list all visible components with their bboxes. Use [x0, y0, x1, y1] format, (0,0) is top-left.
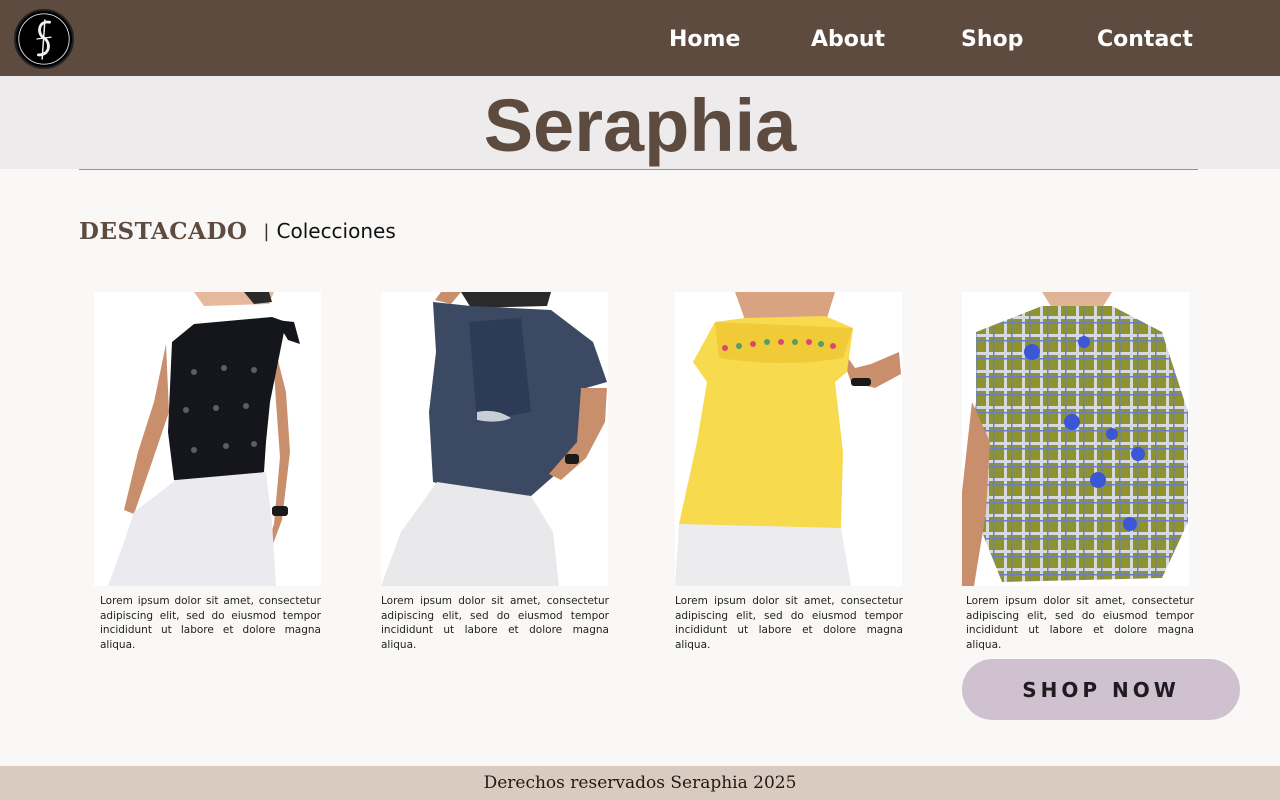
shop-now-button[interactable]: SHOP NOW: [962, 659, 1240, 720]
section-subtitle: Colecciones: [276, 219, 396, 243]
section-title: DESTACADO: [79, 217, 248, 245]
product-description-1: Lorem ipsum dolor sit amet, consectetur …: [100, 595, 321, 651]
product-description-2: Lorem ipsum dolor sit amet, consectetur …: [381, 595, 609, 651]
nav-link-shop[interactable]: Shop: [961, 25, 1023, 55]
hero-banner: Seraphia: [0, 76, 1280, 169]
footer: Derechos reservados Seraphia 2025: [0, 766, 1280, 800]
product-image-3[interactable]: [675, 292, 902, 586]
top-navigation-bar: Home About Shop Contact: [0, 0, 1280, 76]
section-heading: DESTACADO | Colecciones: [79, 215, 396, 247]
page-title: Seraphia: [483, 84, 797, 167]
product-image-1[interactable]: [94, 292, 321, 586]
product-description-3: Lorem ipsum dolor sit amet, consectetur …: [675, 595, 903, 651]
section-separator: |: [263, 220, 270, 242]
nav-link-contact[interactable]: Contact: [1097, 25, 1193, 55]
nav-link-about[interactable]: About: [811, 25, 885, 55]
product-image-2[interactable]: [381, 292, 608, 586]
nav-link-home[interactable]: Home: [669, 25, 740, 55]
product-image-4[interactable]: [962, 292, 1189, 586]
footer-copyright: Derechos reservados Seraphia 2025: [483, 773, 797, 793]
product-description-4: Lorem ipsum dolor sit amet, consectetur …: [966, 595, 1194, 651]
brand-logo-icon[interactable]: [14, 9, 74, 69]
hero-divider: [79, 169, 1198, 170]
